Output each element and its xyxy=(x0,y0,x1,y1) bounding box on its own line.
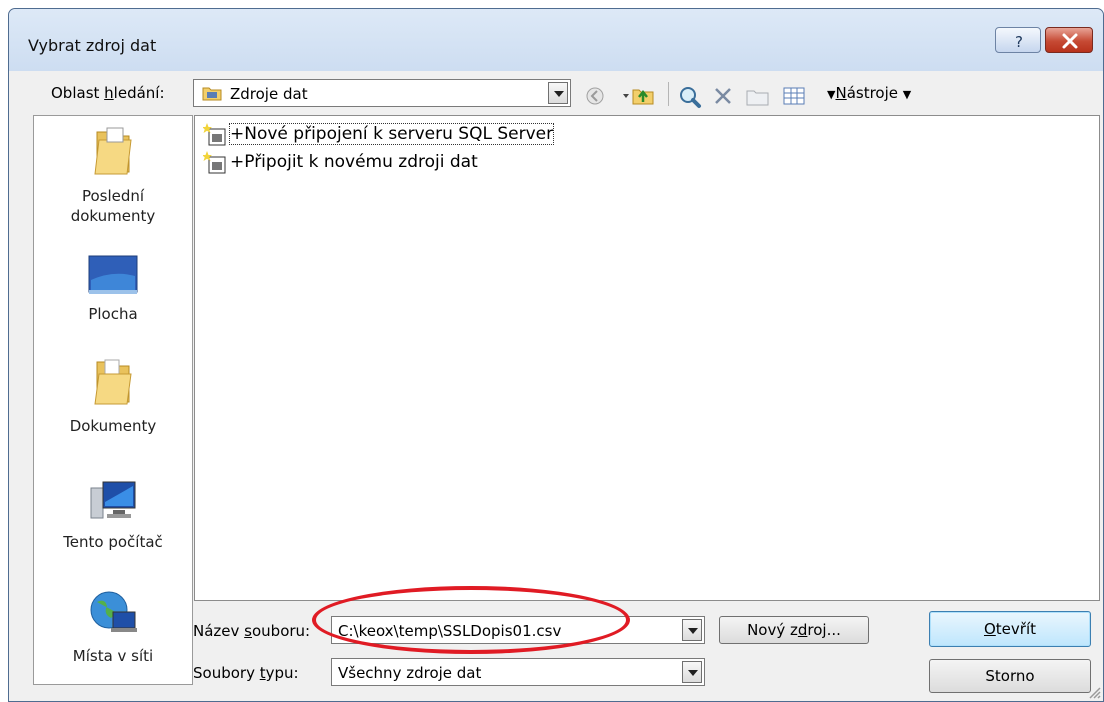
filetype-label: Soubory typu: xyxy=(193,664,299,682)
new-source-button[interactable]: Nový zdroj... xyxy=(719,616,869,644)
place-desktop[interactable]: Plocha xyxy=(34,250,192,324)
help-icon: ? xyxy=(1015,33,1023,51)
views-icon[interactable] xyxy=(781,81,807,111)
search-web-icon[interactable] xyxy=(677,81,703,111)
recent-folder-icon xyxy=(94,127,132,175)
open-button[interactable]: Otevřít xyxy=(929,611,1091,647)
places-bar: Poslední dokumenty Plocha Dokumenty Tent… xyxy=(33,115,193,685)
place-computer[interactable]: Tento počítač xyxy=(34,474,192,552)
new-data-source-icon xyxy=(203,151,226,174)
place-recent-documents[interactable]: Poslední dokumenty xyxy=(34,122,192,226)
data-sources-folder-icon xyxy=(202,87,222,101)
dialog-client: Oblast hledání: Zdroje dat ▼Nástroje ▼ P… xyxy=(9,71,1103,701)
tools-menu[interactable]: ▼Nástroje ▼ xyxy=(827,84,911,102)
back-icon[interactable] xyxy=(583,81,607,111)
lookin-label: Oblast hledání: xyxy=(51,84,165,102)
desktop-icon xyxy=(88,255,138,294)
select-data-source-dialog: Vybrat zdroj dat ? Oblast hledání: Zdroj… xyxy=(8,8,1104,702)
place-network[interactable]: Místa v síti xyxy=(34,588,192,666)
lookin-dropdown-arrow[interactable] xyxy=(548,82,568,104)
filetype-value: Všechny zdroje dat xyxy=(338,664,482,682)
computer-icon xyxy=(90,481,136,519)
filename-value: C:\keox\temp\SSLDopis01.csv xyxy=(338,622,562,640)
filename-label: Název souboru: xyxy=(193,622,311,640)
close-button[interactable] xyxy=(1045,27,1093,53)
lookin-combo[interactable]: Zdroje dat xyxy=(193,79,571,107)
resize-grip-icon[interactable] xyxy=(1085,683,1101,699)
help-button[interactable]: ? xyxy=(995,27,1041,53)
svg-text:?: ? xyxy=(1015,33,1023,51)
title-bar[interactable]: Vybrat zdroj dat ? xyxy=(9,9,1103,71)
filetype-dropdown-arrow[interactable] xyxy=(682,661,702,683)
toolbar-separator xyxy=(668,82,669,106)
filename-input[interactable]: C:\keox\temp\SSLDopis01.csv xyxy=(331,616,705,644)
filetype-combo[interactable]: Všechny zdroje dat xyxy=(331,658,705,686)
delete-icon[interactable] xyxy=(711,81,735,111)
new-data-source-icon xyxy=(203,123,226,146)
filename-dropdown-arrow[interactable] xyxy=(682,619,702,641)
close-icon xyxy=(1062,33,1078,49)
place-documents[interactable]: Dokumenty xyxy=(34,352,192,436)
file-list[interactable]: +Nové připojení k serveru SQL Server +Př… xyxy=(194,115,1100,601)
cancel-button[interactable]: Storno xyxy=(929,659,1091,693)
documents-folder-icon xyxy=(94,359,132,405)
lookin-value: Zdroje dat xyxy=(230,85,308,103)
up-folder-icon[interactable] xyxy=(621,81,661,111)
new-folder-icon[interactable] xyxy=(745,81,771,111)
network-icon xyxy=(90,591,137,632)
window-title: Vybrat zdroj dat xyxy=(28,36,157,55)
